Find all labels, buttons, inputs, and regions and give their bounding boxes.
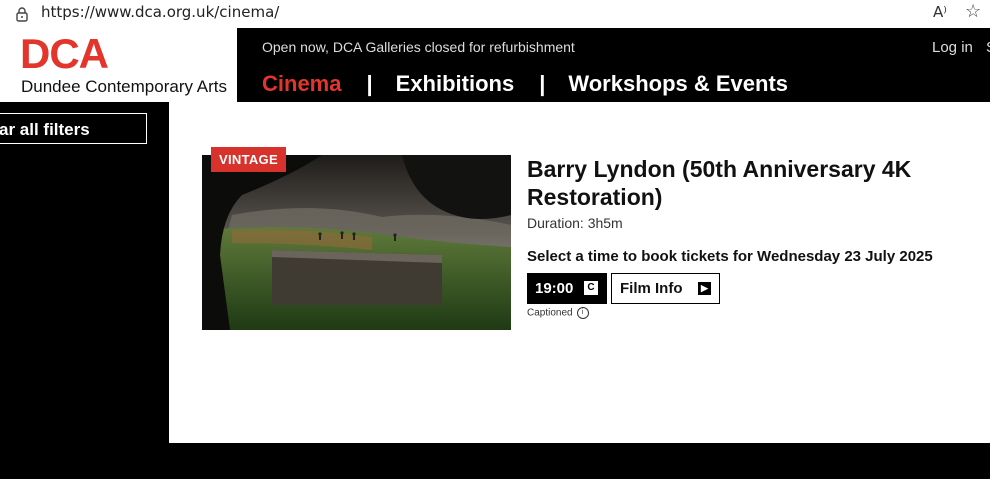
truncated-nav-link[interactable]: S — [986, 39, 990, 56]
main-nav: Cinema | Exhibitions | Workshops & Events — [262, 71, 788, 97]
login-link[interactable]: Log in — [932, 39, 973, 56]
showtime-button[interactable]: 19:00 C — [527, 273, 607, 304]
browser-address-bar: https://www.dca.org.uk/cinema/ A⁾ ☆ — [0, 0, 990, 29]
arrow-right-icon: ▶ — [698, 282, 711, 295]
top-navigation: Open now, DCA Galleries closed for refur… — [237, 28, 990, 102]
logo-wordmark: DCA — [20, 30, 109, 77]
read-aloud-icon[interactable]: A⁾ — [933, 3, 947, 21]
info-icon[interactable]: i — [576, 307, 589, 319]
select-time-heading: Select a time to book tickets for Wednes… — [527, 248, 933, 265]
star-icon[interactable]: ☆ — [965, 1, 981, 22]
notice-text[interactable]: Open now, DCA Galleries closed for refur… — [262, 39, 575, 55]
film-title[interactable]: Barry Lyndon (50th Anniversary 4K Restor… — [527, 155, 967, 211]
nav-cinema[interactable]: Cinema — [262, 71, 341, 97]
film-info-button[interactable]: Film Info ▶ — [611, 273, 720, 304]
url-field[interactable]: https://www.dca.org.uk/cinema/ — [41, 3, 279, 21]
site-logo[interactable]: DCA Dundee Contemporary Arts — [0, 28, 237, 102]
film-info-label: Film Info — [620, 280, 683, 297]
vintage-badge: VINTAGE — [211, 147, 286, 172]
logo-subtitle: Dundee Contemporary Arts — [21, 77, 227, 96]
nav-exhibitions[interactable]: Exhibitions — [396, 71, 515, 97]
captioned-label: Captioned — [527, 307, 573, 319]
clear-filters-label: ar all filters — [0, 120, 90, 139]
captioned-badge-icon: C — [584, 281, 598, 295]
nav-separator: | — [539, 71, 546, 96]
lock-icon[interactable] — [14, 6, 30, 22]
captioned-note: Captioned i — [527, 307, 589, 319]
clear-filters-button[interactable]: ar all filters — [0, 113, 147, 144]
film-poster-image[interactable] — [202, 155, 511, 330]
nav-separator: | — [366, 71, 373, 96]
showtime-label: 19:00 — [535, 280, 574, 297]
film-duration: Duration: 3h5m — [527, 215, 623, 231]
listing-panel: VINTAGE Barry Lyndon (50th Anniversary 4… — [169, 102, 990, 443]
nav-workshops-events[interactable]: Workshops & Events — [568, 71, 788, 97]
